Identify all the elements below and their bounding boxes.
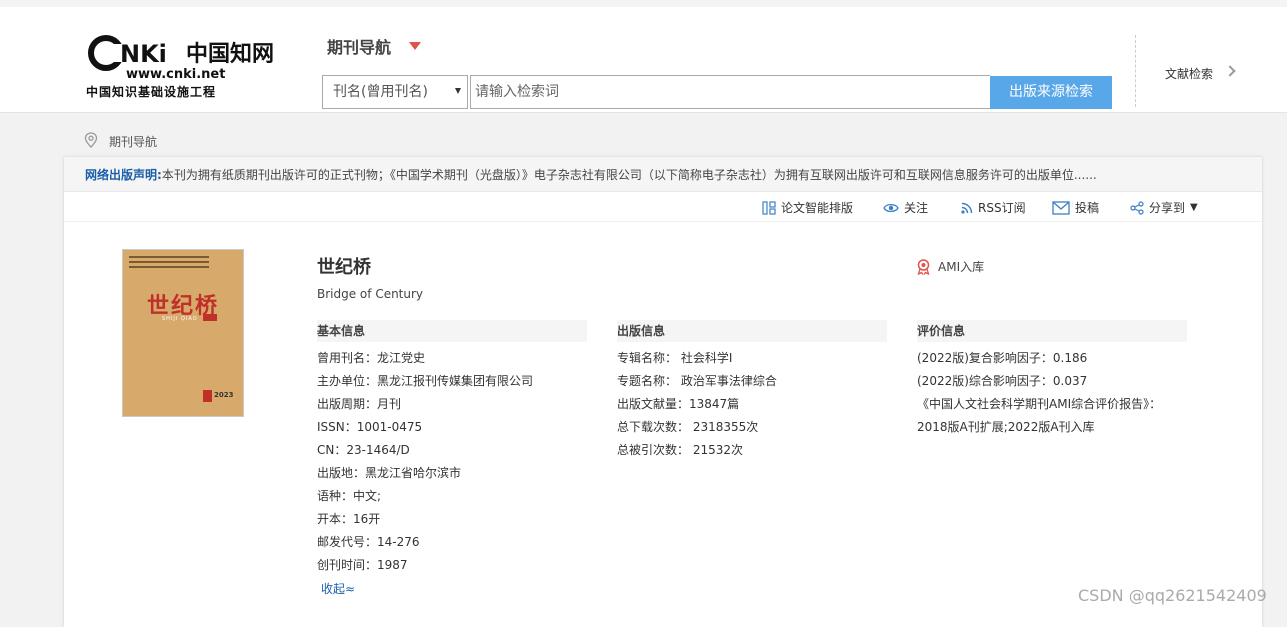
cover-header-lines xyxy=(129,256,209,278)
svg-text:www.cnki.net: www.cnki.net xyxy=(126,67,225,82)
publish-info-row: 总下载次数： 2318355次 xyxy=(617,420,759,434)
submit-manuscript-button[interactable]: 投稿 xyxy=(1052,199,1099,216)
publish-info-row: 专辑名称： 社会科学I xyxy=(617,351,733,365)
cover-pinyin: SHIJI QIAO xyxy=(162,316,198,322)
rss-label: RSS订阅 xyxy=(978,201,1026,215)
evaluation-info-list: (2022版)复合影响因子：0.186 (2022版)综合影响因子：0.037 … xyxy=(917,349,1161,441)
basic-info-row: 出版周期：月刊 xyxy=(317,397,402,411)
svg-text:NKi: NKi xyxy=(120,40,167,68)
evaluation-info-row: 《中国人文社会科学期刊AMI综合评价报告》： xyxy=(917,397,1162,411)
basic-info-row: 邮发代号：14-276 xyxy=(317,535,420,549)
smart-layout-label: 论文智能排版 xyxy=(781,201,854,215)
publish-info-list: 专辑名称： 社会科学I 专题名称： 政治军事法律综合 出版文献量：13847篇 … xyxy=(617,349,777,464)
layout-icon xyxy=(762,200,776,215)
ami-label: AMI入库 xyxy=(938,260,985,274)
submit-label: 投稿 xyxy=(1075,201,1100,215)
cover-year-block: 2023 xyxy=(203,390,233,406)
literature-search-link[interactable]: 文献检索 xyxy=(1165,65,1213,82)
share-button[interactable]: 分享到 ▼ xyxy=(1130,199,1198,216)
search-select-value: 刊名(曾用刊名) xyxy=(333,84,428,100)
rss-icon xyxy=(961,202,973,214)
svg-text:中国知识基础设施工程: 中国知识基础设施工程 xyxy=(86,84,216,99)
cover-issue-mark xyxy=(203,390,212,402)
award-ribbon-icon xyxy=(917,258,930,275)
chevron-down-icon: ▼ xyxy=(1190,202,1198,213)
basic-info-row: CN：23-1464/D xyxy=(317,443,410,457)
toolbar-divider xyxy=(64,221,1262,222)
mail-icon xyxy=(1052,200,1070,215)
header-divider xyxy=(1135,35,1136,107)
rss-button[interactable]: RSS订阅 xyxy=(961,199,1026,216)
journal-nav-title[interactable]: 期刊导航 xyxy=(327,34,391,58)
publish-info-heading: 出版信息 xyxy=(617,320,887,342)
evaluation-info-row: 2018版A刊扩展;2022版A刊入库 xyxy=(917,420,1095,434)
cover-year: 2023 xyxy=(214,391,234,399)
publishing-notice: 网络出版声明:本刊为拥有纸质期刊出版许可的正式刊物；《中国学术期刊（光盘版）》电… xyxy=(64,157,1262,192)
collapse-link[interactable]: 收起≈ xyxy=(321,580,355,597)
journal-cover-image[interactable]: 世纪桥 SHIJI QIAO 2023 xyxy=(122,249,244,417)
evaluation-info-row: (2022版)复合影响因子：0.186 xyxy=(917,351,1088,365)
basic-info-row: 语种：中文; xyxy=(317,489,382,503)
follow-button[interactable]: 关注 xyxy=(883,199,928,216)
journal-panel: 网络出版声明:本刊为拥有纸质期刊出版许可的正式刊物；《中国学术期刊（光盘版）》电… xyxy=(64,157,1262,627)
nav-dropdown-caret-icon[interactable] xyxy=(409,42,421,50)
cover-tag xyxy=(203,314,217,321)
top-header: NKi 中国知网 www.cnki.net 中国知识基础设施工程 期刊导航 刊名… xyxy=(0,0,1287,113)
chevron-right-icon[interactable] xyxy=(1224,65,1236,77)
journal-title: 世纪桥 xyxy=(317,257,371,278)
evaluation-info-row: (2022版)综合影响因子：0.037 xyxy=(917,374,1088,388)
basic-info-list: 曾用刊名：龙江党史 主办单位：黑龙江报刊传媒集团有限公司 出版周期：月刊 ISS… xyxy=(317,349,533,579)
share-label: 分享到 xyxy=(1149,201,1186,215)
search-field-select[interactable]: 刊名(曾用刊名) xyxy=(322,75,468,109)
source-search-button[interactable]: 出版来源检索 xyxy=(990,76,1112,109)
evaluation-info-heading: 评价信息 xyxy=(917,320,1187,342)
basic-info-row: 曾用刊名：龙江党史 xyxy=(317,351,426,365)
basic-info-row: 主办单位：黑龙江报刊传媒集团有限公司 xyxy=(317,374,534,388)
eye-icon xyxy=(883,203,899,212)
share-icon xyxy=(1130,200,1144,215)
basic-info-row: 开本：16开 xyxy=(317,512,381,526)
basic-info-row: ISSN：1001-0475 xyxy=(317,420,423,434)
publish-info-row: 总被引次数： 21532次 xyxy=(617,443,743,457)
notice-label: 网络出版声明: xyxy=(85,168,162,182)
svg-text:中国知网: 中国知网 xyxy=(186,41,274,67)
search-input[interactable]: 请输入检索词 xyxy=(470,75,990,109)
follow-label: 关注 xyxy=(904,201,929,215)
breadcrumb[interactable]: 期刊导航 xyxy=(109,133,157,150)
notice-text: 本刊为拥有纸质期刊出版许可的正式刊物；《中国学术期刊（光盘版）》电子杂志社有限公… xyxy=(161,168,1097,182)
publish-info-row: 出版文献量：13847篇 xyxy=(617,397,740,411)
journal-english-title: Bridge of Century xyxy=(317,287,424,301)
publish-info-row: 专题名称： 政治军事法律综合 xyxy=(617,374,777,388)
basic-info-row: 出版地：黑龙江省哈尔滨市 xyxy=(317,466,462,480)
csdn-watermark: CSDN @qq2621542409 xyxy=(1078,586,1267,605)
cnki-logo[interactable]: NKi 中国知网 www.cnki.net 中国知识基础设施工程 xyxy=(86,29,276,101)
ami-badge[interactable]: AMI入库 xyxy=(916,258,984,275)
select-arrow-icon xyxy=(455,88,461,94)
location-pin-icon xyxy=(84,132,98,148)
basic-info-heading: 基本信息 xyxy=(317,320,587,342)
basic-info-row: 创刊时间：1987 xyxy=(317,558,408,572)
smart-layout-button[interactable]: 论文智能排版 xyxy=(762,199,853,216)
